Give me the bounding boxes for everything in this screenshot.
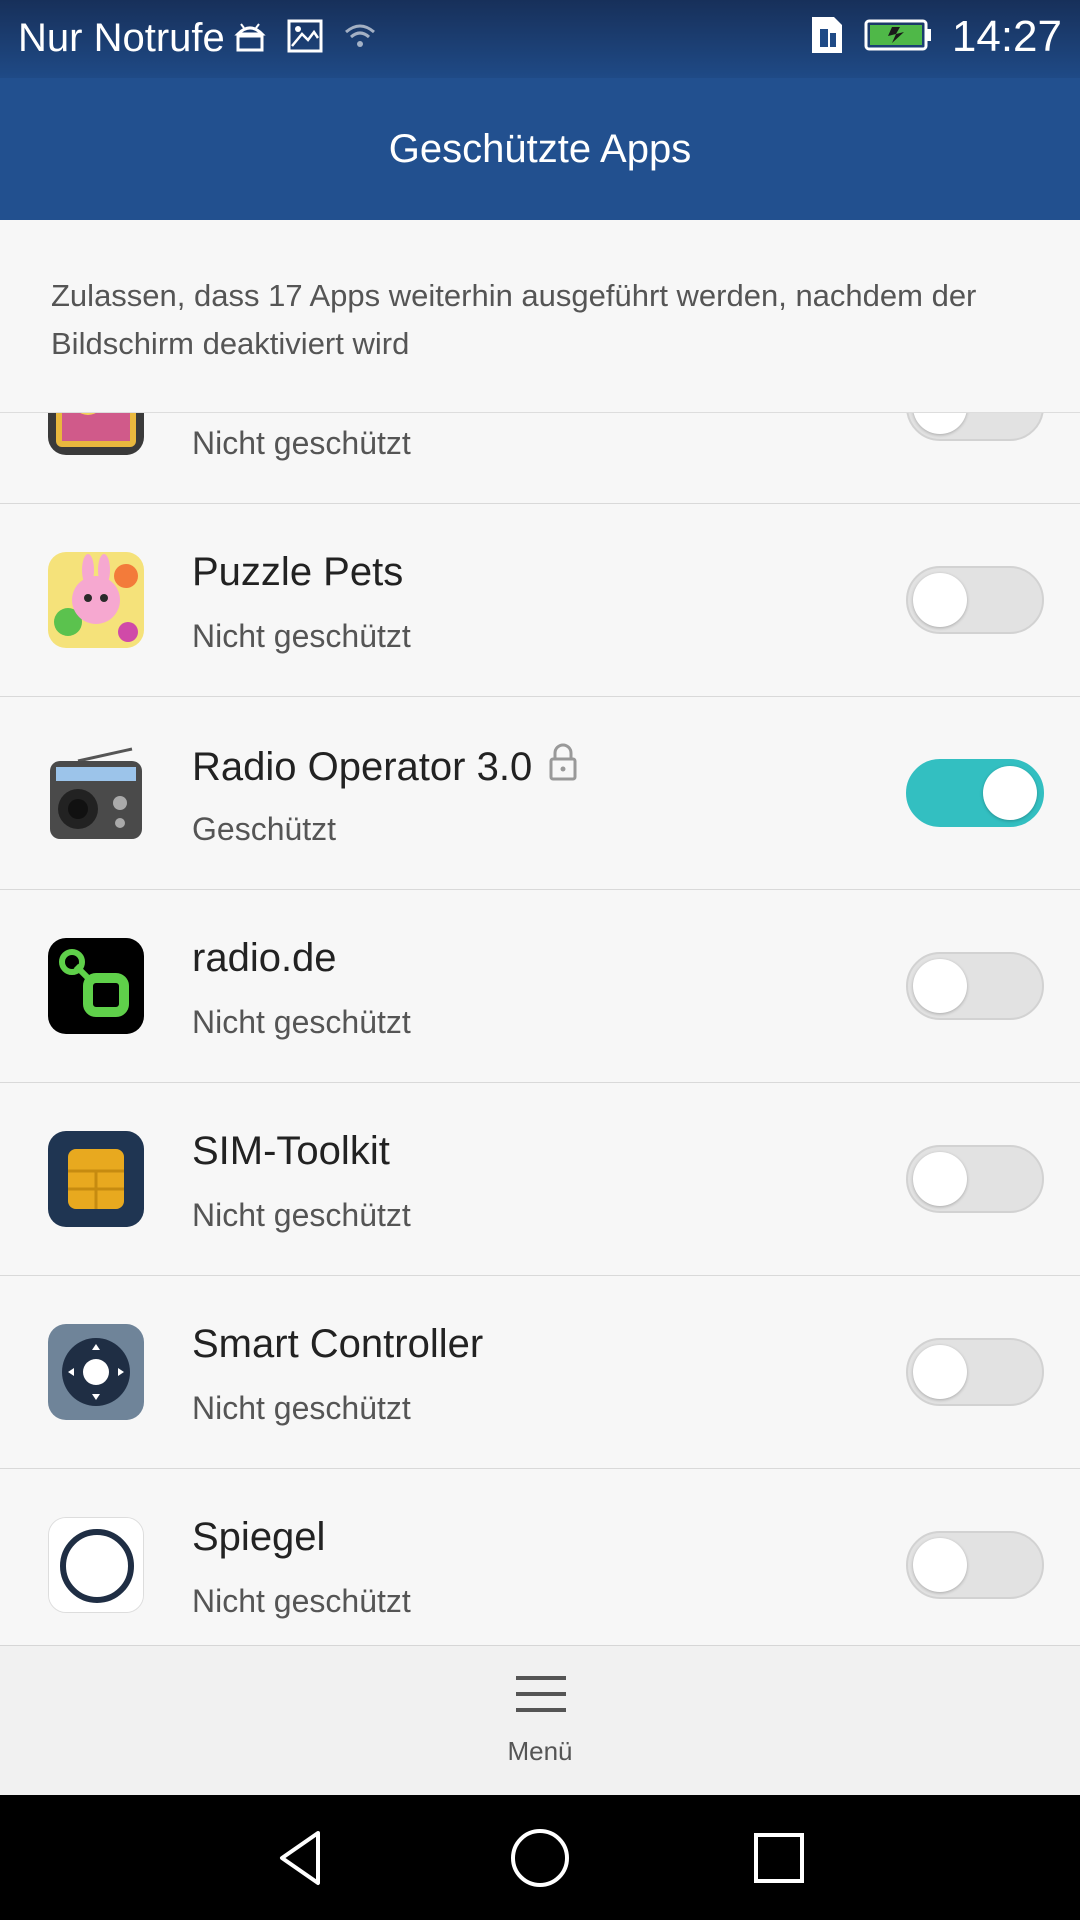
hamburger-icon (514, 1672, 568, 1721)
recents-icon[interactable] (744, 1823, 814, 1893)
toggle-knob (913, 573, 967, 627)
toggle-knob (913, 1345, 967, 1399)
protect-toggle[interactable] (906, 1145, 1044, 1213)
clock: 14:27 (951, 12, 1062, 61)
list-item[interactable]: Radio Operator 3.0 Geschützt (0, 697, 1080, 890)
toggle-knob (913, 959, 967, 1013)
status-bar: Nur Notrufe 14:27 (0, 0, 1080, 78)
gallery-app-icon (48, 413, 144, 455)
app-status: Nicht geschützt (192, 1197, 411, 1233)
list-item[interactable]: Spiegel Nicht geschützt (0, 1469, 1080, 1645)
radio-icon (48, 745, 144, 841)
toggle-knob (913, 413, 967, 434)
remote-control-icon (48, 1324, 144, 1420)
app-name-text: Radio Operator 3.0 (192, 744, 533, 789)
protect-toggle[interactable] (906, 566, 1044, 634)
list-item[interactable]: SIM-Toolkit Nicht geschützt (0, 1083, 1080, 1276)
app-name: SIM-Toolkit (192, 1129, 390, 1173)
carrier-label: Nur Notrufe (18, 16, 225, 60)
list-item[interactable]: radio.de Nicht geschützt (0, 890, 1080, 1083)
navigation-bar (0, 1795, 1080, 1920)
app-bar: Geschützte Apps (0, 78, 1080, 220)
app-name: Puzzle Pets (192, 550, 404, 594)
app-name: radio.de (192, 936, 337, 980)
wifi-icon (342, 20, 378, 57)
toggle-knob (913, 1152, 967, 1206)
mirror-icon (48, 1517, 144, 1613)
app-name: Spiegel (192, 1515, 326, 1559)
protect-toggle[interactable] (906, 952, 1044, 1020)
description-text: Zulassen, dass 17 Apps weiterhin ausgefü… (0, 220, 1080, 413)
app-status: Geschützt (192, 811, 337, 847)
protect-toggle[interactable] (906, 759, 1044, 827)
app-name: Radio Operator 3.0 (192, 743, 578, 791)
puzzle-pets-icon (48, 552, 144, 648)
protect-toggle[interactable] (906, 413, 1044, 441)
app-status: Nicht geschützt (192, 618, 411, 654)
protect-toggle[interactable] (906, 1531, 1044, 1599)
lock-icon (548, 743, 578, 791)
app-status: Nicht geschützt (192, 1583, 411, 1619)
app-status: Nicht geschützt (192, 1004, 411, 1040)
app-name: Smart Controller (192, 1322, 484, 1366)
image-icon (286, 18, 324, 59)
radio-de-icon (48, 938, 144, 1034)
sim-toolkit-icon (48, 1131, 144, 1227)
menu-button[interactable]: Menü (490, 1664, 590, 1784)
bottom-menu-bar: Menü (0, 1645, 1080, 1795)
app-status: Nicht geschützt (192, 1390, 411, 1426)
battery-charging-icon (864, 17, 934, 58)
page-title: Geschützte Apps (388, 126, 692, 171)
android-icon (232, 18, 268, 59)
list-item[interactable]: Smart Controller Nicht geschützt (0, 1276, 1080, 1469)
list-item[interactable]: Nicht geschützt (0, 413, 1080, 504)
toggle-knob (983, 766, 1037, 820)
home-icon[interactable] (505, 1823, 575, 1893)
app-list: Nicht geschützt Puzzle Pets Nicht geschü… (0, 413, 1080, 1645)
toggle-knob (913, 1538, 967, 1592)
sim-card-icon (806, 13, 846, 62)
list-item[interactable]: Puzzle Pets Nicht geschützt (0, 504, 1080, 697)
protect-toggle[interactable] (906, 1338, 1044, 1406)
menu-label: Menü (507, 1736, 573, 1766)
back-icon[interactable] (266, 1823, 336, 1893)
app-status: Nicht geschützt (192, 425, 411, 461)
